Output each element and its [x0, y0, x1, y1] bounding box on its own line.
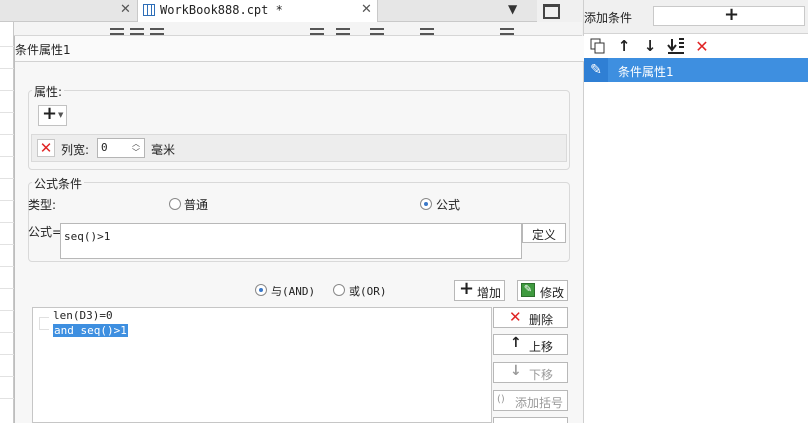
condition-toolbar: ↑ ↓ ✕: [584, 34, 808, 58]
bracket-icon: (): [497, 394, 505, 405]
define-button[interactable]: 定义: [522, 223, 566, 243]
add-condition-button[interactable]: +: [653, 4, 805, 26]
add-button-label: 增加: [477, 286, 502, 300]
type-normal-label[interactable]: 普通: [184, 196, 208, 213]
column-width-value: 0: [101, 141, 108, 154]
close-icon[interactable]: ✕: [361, 2, 372, 17]
logic-or-radio[interactable]: [333, 284, 345, 296]
modify-icon: ✎: [521, 283, 535, 297]
align-center-icon[interactable]: [130, 28, 144, 35]
move-up-button[interactable]: ↑ 上移: [493, 334, 568, 355]
bracket-guide: [39, 317, 49, 330]
formula-input[interactable]: seq()>1: [60, 223, 522, 259]
move-up-button-label: 上移: [529, 340, 554, 354]
condition-expression-list: len(D3)=0 and seq()>1: [32, 307, 492, 423]
add-bracket-button[interactable]: () 添加括号: [493, 390, 568, 411]
condition-attribute-dialog: 条件属性1 属性: + ▼ ✕ 列宽: 0 ︿ ﹀ 毫米 公式条件 类型: 普通…: [14, 36, 584, 423]
align-left-icon[interactable]: [110, 28, 124, 35]
condition-row-selected[interactable]: and seq()>1: [53, 324, 128, 337]
add-button[interactable]: + 增加: [454, 278, 505, 301]
tab-previous[interactable]: ✕: [0, 0, 138, 22]
close-icon[interactable]: ✕: [120, 2, 131, 17]
merge-icon[interactable]: [370, 28, 384, 35]
formula-value: seq()>1: [64, 230, 111, 243]
condition-panel: 添加条件 + ↑ ↓ ✕ ✎ 条件属性1: [583, 0, 808, 423]
sheet-row-strip: [0, 0, 14, 423]
arrow-up-icon: ↑: [510, 335, 522, 351]
tab-menu-icon[interactable]: ▼: [508, 2, 517, 16]
column-width-label: 列宽:: [61, 143, 90, 157]
attribute-group: 属性: + ▼ ✕ 列宽: 0 ︿ ﹀ 毫米: [28, 83, 570, 170]
arrow-down-icon: ↓: [510, 363, 522, 379]
plus-icon: +: [459, 278, 475, 299]
dropdown-arrow-icon: ▼: [58, 111, 64, 119]
plus-icon: +: [724, 4, 740, 25]
remove-attribute-icon[interactable]: ✕: [37, 139, 55, 157]
type-normal-radio[interactable]: [169, 198, 181, 210]
column-width-unit: 毫米: [151, 143, 176, 157]
logic-and-radio[interactable]: [255, 284, 267, 296]
type-formula-radio[interactable]: [420, 198, 432, 210]
delete-button-label: 删除: [529, 313, 554, 327]
delete-icon: ✕: [509, 308, 522, 326]
condition-row[interactable]: len(D3)=0: [53, 309, 113, 322]
layout-icon[interactable]: [543, 4, 560, 19]
color-icon[interactable]: [500, 28, 514, 35]
move-down-button-label: 下移: [529, 368, 554, 382]
add-condition-label: 添加条件: [584, 11, 633, 25]
tab-label: WorkBook888.cpt *: [160, 3, 283, 17]
move-up-icon[interactable]: ↑: [616, 37, 632, 55]
move-down-button[interactable]: ↓ 下移: [493, 362, 568, 383]
plus-icon: +: [42, 103, 58, 124]
add-bracket-button-label: 添加括号: [515, 396, 564, 410]
define-button-label: 定义: [532, 228, 557, 242]
type-formula-label[interactable]: 公式: [436, 196, 460, 213]
workbook-icon: [143, 4, 155, 16]
column-width-stepper[interactable]: 0 ︿ ﹀: [97, 138, 145, 158]
format-icon[interactable]: [310, 28, 324, 35]
condition-item-label: 条件属性1: [618, 65, 674, 79]
type-label: 类型:: [28, 198, 57, 212]
edit-icon: ✎: [584, 58, 608, 82]
dialog-title-bar: 条件属性1: [15, 36, 584, 62]
dialog-title: 条件属性1: [15, 43, 71, 57]
add-attribute-button[interactable]: + ▼: [38, 103, 67, 126]
logic-or-label[interactable]: 或(OR): [349, 283, 387, 299]
move-bottom-icon[interactable]: [667, 38, 685, 54]
tab-workbook[interactable]: WorkBook888.cpt * ✕: [138, 0, 378, 22]
attribute-group-title: 属性:: [32, 83, 65, 100]
modify-button[interactable]: ✎ 修改: [517, 280, 568, 301]
attribute-row: ✕ 列宽: 0 ︿ ﹀ 毫米: [31, 134, 567, 162]
logic-and-label[interactable]: 与(AND): [271, 283, 315, 299]
condition-panel-header: 添加条件 +: [584, 0, 808, 34]
copy-icon[interactable]: [590, 38, 606, 54]
formula-group-title: 公式条件: [32, 175, 85, 192]
delete-icon[interactable]: ✕: [694, 37, 710, 56]
editor-toolbar: [14, 22, 582, 36]
delete-button[interactable]: ✕ 删除: [493, 307, 568, 328]
condition-list: ✎ 条件属性1: [584, 58, 808, 423]
align-right-icon[interactable]: [150, 28, 164, 35]
wrap-icon[interactable]: [420, 28, 434, 35]
stepper-down-icon[interactable]: ﹀: [132, 147, 140, 158]
modify-button-label: 修改: [540, 286, 565, 300]
list-bottom-edge: [493, 417, 568, 423]
move-down-icon[interactable]: ↓: [642, 37, 658, 55]
editor-tab-bar: ✕ WorkBook888.cpt * ✕ ▼: [0, 0, 584, 22]
condition-list-item[interactable]: ✎ 条件属性1: [584, 58, 808, 82]
border-icon[interactable]: [336, 28, 350, 35]
formula-label: 公式=: [28, 225, 63, 239]
